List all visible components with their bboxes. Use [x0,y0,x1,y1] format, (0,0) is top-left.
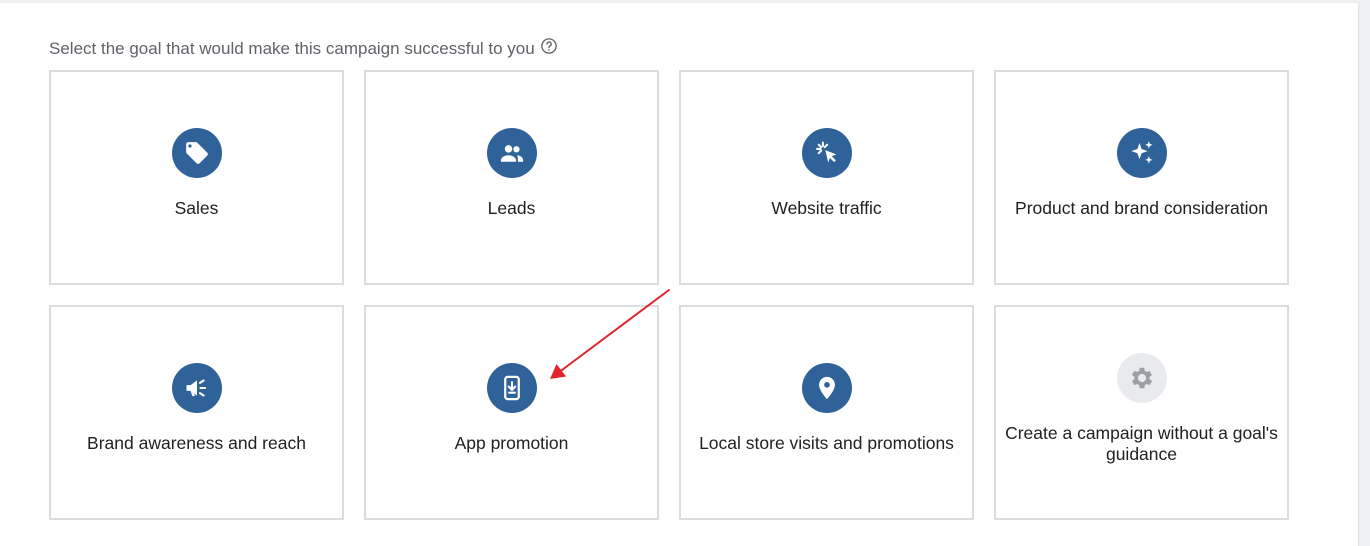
goal-grid: Sales Leads Website traffic Product and … [49,70,1289,520]
goal-label: Product and brand consideration [1015,198,1268,218]
goal-card-product-brand-consideration[interactable]: Product and brand consideration [994,70,1289,285]
goal-card-leads[interactable]: Leads [364,70,659,285]
goal-label: Website traffic [771,198,882,218]
sales-tag-icon [171,128,222,178]
goal-label: Create a campaign without a goal's guida… [1005,423,1278,464]
help-circle-icon[interactable] [540,37,558,55]
goal-prompt: Select the goal that would make this cam… [49,38,558,60]
goal-card-app-promotion[interactable]: App promotion [364,305,659,520]
location-pin-icon [801,363,852,413]
goal-label: Local store visits and promotions [699,433,954,453]
goal-card-brand-awareness-reach[interactable]: Brand awareness and reach [49,305,344,520]
gear-icon [1116,353,1167,403]
goal-card-website-traffic[interactable]: Website traffic [679,70,974,285]
leads-people-icon [486,128,537,178]
goal-card-no-guidance[interactable]: Create a campaign without a goal's guida… [994,305,1289,520]
megaphone-icon [171,363,222,413]
goal-label: Sales [174,198,219,218]
goal-label: Brand awareness and reach [87,433,306,453]
goal-label: Leads [487,198,536,218]
sparkle-icon [1116,128,1167,178]
website-traffic-cursor-icon [801,128,852,178]
goal-label: App promotion [454,433,569,453]
goal-card-local-store-visits[interactable]: Local store visits and promotions [679,305,974,520]
goal-prompt-text: Select the goal that would make this cam… [49,39,535,58]
phone-download-icon [486,363,537,413]
goal-selection-panel: Select the goal that would make this cam… [0,3,1358,546]
goal-card-sales[interactable]: Sales [49,70,344,285]
